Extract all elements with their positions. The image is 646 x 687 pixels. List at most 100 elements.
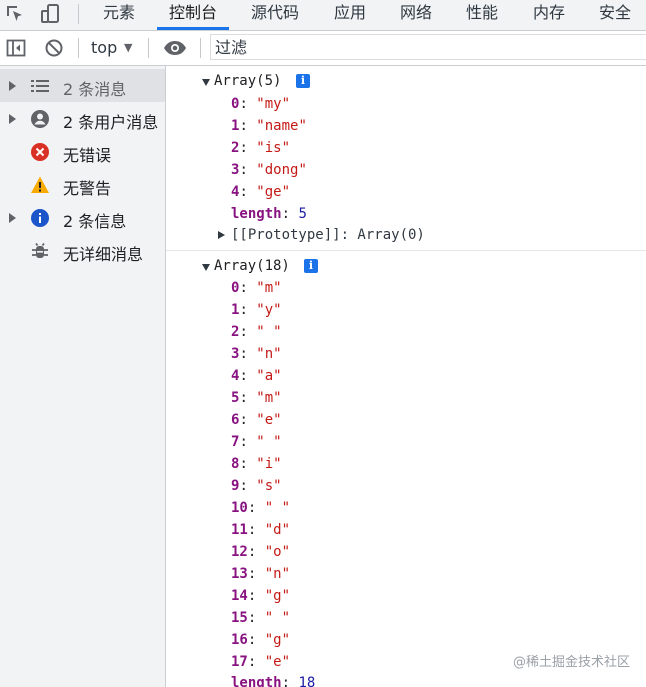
array-entry: 5: "m": [231, 390, 282, 406]
info-icon[interactable]: i: [296, 74, 310, 88]
inspect-element-icon[interactable]: [4, 3, 26, 25]
array-entry: 11: "d": [231, 522, 291, 538]
collapse-arrow-icon[interactable]: [202, 79, 210, 86]
live-expression-eye-icon[interactable]: [163, 40, 187, 56]
collapse-arrow-icon[interactable]: [202, 264, 210, 271]
error-icon: [31, 143, 49, 161]
sidebar-item-user-messages[interactable]: 2 条用户消息: [0, 102, 165, 135]
array-entry: 16: "g": [231, 632, 291, 648]
tab-network[interactable]: 网络: [400, 0, 432, 30]
entry-value: "dong": [256, 162, 307, 178]
array-entry: 8: "i": [231, 456, 282, 472]
array-entry: 4: "a": [231, 368, 282, 384]
console-toolbar: top ▼: [0, 31, 646, 66]
bug-icon: [32, 242, 48, 258]
tab-elements[interactable]: 元素: [103, 0, 135, 30]
array-entry: 3: "n": [231, 346, 282, 362]
entry-value: "i": [256, 456, 282, 472]
filter-box: [210, 34, 646, 60]
array-header[interactable]: Array(5): [214, 73, 281, 89]
device-toolbar-icon[interactable]: [40, 3, 62, 25]
array-entry: 15: " ": [231, 610, 291, 626]
console-message: Array(5) i 0: "my" 1: "name" 2: "is" 3: …: [166, 66, 646, 251]
clear-console-icon[interactable]: [44, 38, 64, 58]
entry-value: " ": [256, 324, 282, 340]
entry-key: 14: [231, 588, 248, 604]
array-entry: 17: "e": [231, 654, 291, 670]
sidebar-item-messages[interactable]: 2 条消息: [0, 69, 165, 102]
toolbar-divider: [148, 38, 149, 58]
entry-value: "s": [256, 478, 282, 494]
entry-value: "y": [256, 302, 282, 318]
tab-performance[interactable]: 性能: [466, 0, 498, 30]
tab-console[interactable]: 控制台: [156, 0, 230, 30]
array-length: length: 5: [231, 206, 307, 222]
sidebar-item-errors[interactable]: 无错误: [0, 135, 165, 168]
tab-bar-divider: [78, 4, 79, 24]
entry-value: "a": [256, 368, 282, 384]
toolbar-divider: [200, 38, 201, 58]
entry-key: 17: [231, 654, 248, 670]
entry-value: " ": [264, 610, 291, 626]
sidebar-item-label: 2 条消息: [63, 80, 127, 99]
expand-arrow-icon[interactable]: [9, 81, 16, 91]
info-icon[interactable]: i: [304, 259, 318, 273]
entry-value: "ge": [256, 184, 291, 200]
sidebar-item-label: 无警告: [63, 179, 112, 198]
entry-value: "d": [264, 522, 291, 538]
length-value: 18: [298, 675, 316, 687]
context-dropdown-arrow-icon[interactable]: ▼: [124, 41, 132, 54]
tab-application[interactable]: 应用: [334, 0, 366, 30]
sidebar-item-label: 2 条信息: [63, 212, 127, 231]
entry-key: 15: [231, 610, 248, 626]
sidebar-item-warnings[interactable]: 无警告: [0, 168, 165, 201]
entry-value: "e": [264, 654, 291, 670]
user-icon: [31, 110, 49, 128]
entry-value: " ": [264, 500, 291, 516]
console-sidebar: 2 条消息 2 条用户消息 无错误 无警告 2 条信息 无详细消息: [0, 66, 166, 687]
entry-value: " ": [256, 434, 282, 450]
array-entry: 1: "y": [231, 302, 282, 318]
watermark: @稀土掘金技术社区: [512, 655, 630, 670]
length-value: 5: [298, 206, 307, 222]
array-entry: 2: "is": [231, 140, 291, 156]
array-entry: 14: "g": [231, 588, 291, 604]
expand-arrow-icon[interactable]: [218, 231, 225, 239]
array-entry: 12: "o": [231, 544, 291, 560]
entry-value: "name": [256, 118, 307, 134]
context-selector[interactable]: top: [91, 38, 117, 57]
tab-security[interactable]: 安全: [599, 0, 631, 30]
array-header[interactable]: Array(18): [214, 258, 290, 274]
expand-arrow-icon[interactable]: [9, 114, 16, 124]
entry-value: "is": [256, 140, 291, 156]
filter-input[interactable]: [215, 37, 635, 57]
prototype-entry[interactable]: [[Prototype]]: Array(0): [231, 227, 425, 243]
devtools-tab-bar: 元素 控制台 源代码 应用 网络 性能 内存 安全: [0, 0, 646, 31]
sidebar-toggle-icon[interactable]: [6, 38, 26, 58]
sidebar-item-label: 无详细消息: [63, 245, 144, 264]
entry-value: "n": [264, 566, 291, 582]
entry-value: "o": [264, 544, 291, 560]
entry-value: "e": [256, 412, 282, 428]
array-entry: 4: "ge": [231, 184, 291, 200]
sidebar-item-verbose[interactable]: 无详细消息: [0, 234, 165, 267]
tab-sources[interactable]: 源代码: [251, 0, 299, 30]
entry-value: "m": [256, 280, 282, 296]
expand-arrow-icon[interactable]: [9, 213, 16, 223]
entry-value: "n": [256, 346, 282, 362]
array-entry: 10: " ": [231, 500, 291, 516]
array-entry: 6: "e": [231, 412, 282, 428]
array-entry: 3: "dong": [231, 162, 307, 178]
entry-value: "my": [256, 96, 291, 112]
tab-memory[interactable]: 内存: [533, 0, 565, 30]
entry-key: 10: [231, 500, 248, 516]
sidebar-item-info[interactable]: 2 条信息: [0, 201, 165, 234]
console-output: Array(5) i 0: "my" 1: "name" 2: "is" 3: …: [166, 66, 646, 687]
sidebar-item-label: 无错误: [63, 146, 112, 165]
array-entry: 0: "m": [231, 280, 282, 296]
info-icon: [31, 209, 49, 227]
array-entry: 9: "s": [231, 478, 282, 494]
warning-icon: [31, 176, 49, 193]
length-key: length: [231, 675, 282, 687]
array-length: length: 18: [231, 672, 315, 687]
